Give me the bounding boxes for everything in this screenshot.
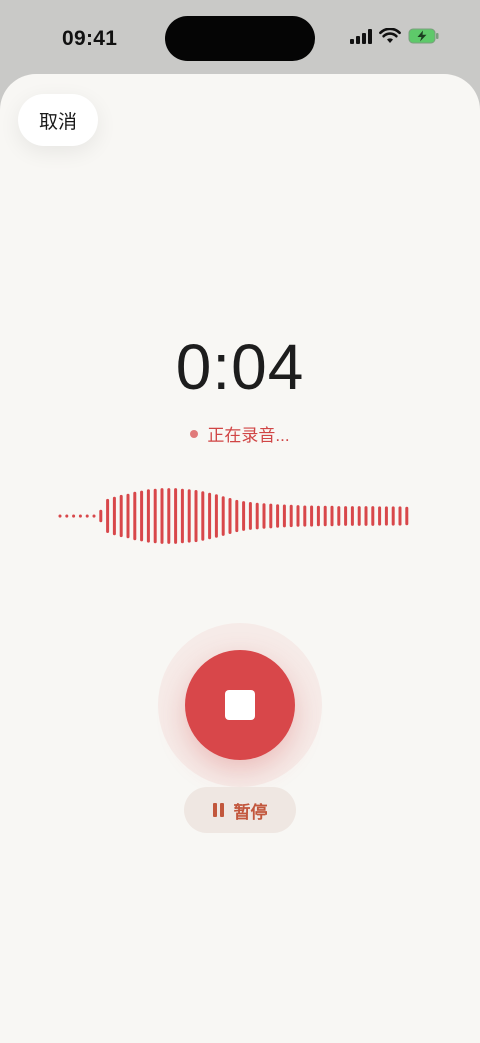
status-icons bbox=[350, 28, 440, 44]
waveform-bar bbox=[371, 506, 375, 526]
pause-label: 暂停 bbox=[233, 802, 268, 822]
waveform-bar bbox=[140, 490, 144, 542]
waveform-bar bbox=[133, 491, 137, 541]
waveform-bar bbox=[384, 506, 388, 526]
stop-button[interactable] bbox=[185, 650, 295, 760]
waveform-bar bbox=[92, 514, 96, 518]
waveform-bar bbox=[248, 502, 252, 530]
waveform-bar bbox=[337, 506, 341, 526]
status-bar: 09:41 bbox=[0, 0, 480, 74]
dynamic-island bbox=[165, 16, 315, 61]
waveform-bar bbox=[126, 493, 130, 539]
waveform-bar bbox=[323, 505, 327, 527]
waveform-bar bbox=[146, 489, 150, 543]
waveform-bar bbox=[180, 488, 184, 544]
waveform-bar bbox=[187, 489, 191, 543]
waveform-bar bbox=[65, 514, 69, 518]
waveform-bar bbox=[174, 488, 178, 544]
waveform-bar bbox=[276, 504, 280, 528]
waveform bbox=[58, 488, 409, 544]
waveform-bar bbox=[228, 498, 232, 534]
waveform-bar bbox=[255, 502, 259, 530]
waveform-bar bbox=[208, 492, 212, 540]
waveform-bar bbox=[160, 488, 164, 544]
status-time: 09:41 bbox=[62, 27, 118, 50]
waveform-bar bbox=[99, 509, 103, 523]
signal-icon bbox=[350, 28, 372, 44]
pause-icon bbox=[212, 803, 224, 817]
waveform-bar bbox=[316, 505, 320, 527]
waveform-bar bbox=[221, 496, 225, 536]
waveform-bar bbox=[153, 488, 157, 544]
waveform-bar bbox=[350, 506, 354, 526]
waveform-bar bbox=[262, 503, 266, 529]
waveform-bar bbox=[242, 501, 246, 531]
waveform-bar bbox=[296, 505, 300, 527]
recording-sheet: 取消 0:04 正在录音... 暂停 bbox=[0, 74, 480, 1043]
waveform-bar bbox=[391, 506, 395, 526]
waveform-bar bbox=[310, 505, 314, 527]
waveform-bar bbox=[235, 499, 239, 533]
recording-status: 正在录音... bbox=[0, 421, 480, 446]
stop-icon bbox=[225, 690, 255, 720]
waveform-bar bbox=[201, 491, 205, 541]
waveform-bar bbox=[78, 514, 82, 518]
recording-dot-icon bbox=[190, 429, 199, 438]
recording-status-label: 正在录音... bbox=[207, 426, 290, 445]
pause-button[interactable]: 暂停 bbox=[184, 787, 296, 833]
waveform-bar bbox=[214, 494, 218, 538]
recording-timer: 0:04 bbox=[175, 331, 305, 403]
waveform-bar bbox=[85, 514, 89, 518]
waveform-bar bbox=[330, 505, 334, 527]
cancel-button[interactable]: 取消 bbox=[18, 94, 98, 146]
waveform-bar bbox=[357, 506, 361, 526]
waveform-bar bbox=[194, 490, 198, 543]
waveform-bar bbox=[398, 506, 402, 526]
waveform-bar bbox=[303, 505, 307, 527]
waveform-bar bbox=[106, 498, 110, 533]
waveform-bar bbox=[269, 503, 273, 529]
battery-charging-icon bbox=[408, 28, 439, 44]
waveform-bar bbox=[72, 514, 76, 518]
waveform-bar bbox=[167, 488, 171, 544]
waveform-bar bbox=[282, 504, 286, 528]
wifi-icon bbox=[379, 28, 401, 43]
waveform-bar bbox=[289, 504, 293, 528]
waveform-bar bbox=[344, 506, 348, 526]
waveform-bar bbox=[58, 514, 62, 518]
waveform-bar bbox=[119, 494, 123, 538]
waveform-bar bbox=[378, 506, 382, 526]
waveform-bar bbox=[112, 496, 116, 536]
waveform-bar bbox=[364, 506, 368, 526]
waveform-bar bbox=[405, 506, 409, 526]
